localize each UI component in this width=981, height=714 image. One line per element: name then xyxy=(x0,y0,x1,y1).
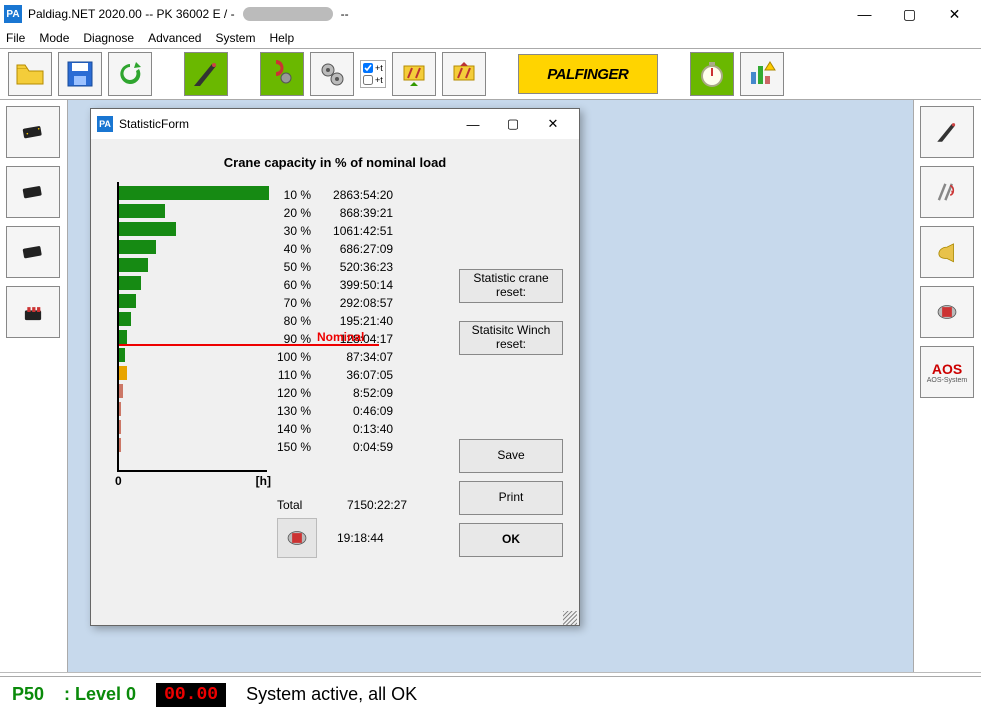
window-title: Paldiag.NET 2020.00 -- PK 36002 E / - xyxy=(28,7,235,21)
client-area: AOSAOS-System PA StatisticForm — ▢ ✕ Cra… xyxy=(0,100,981,672)
hook-linkage-button[interactable] xyxy=(260,52,304,96)
dialog-icon: PA xyxy=(97,116,113,132)
ok-button[interactable]: OK xyxy=(459,523,563,557)
dialog-close-button[interactable]: ✕ xyxy=(533,110,573,138)
status-counter: 00.00 xyxy=(156,683,226,707)
menu-diagnose[interactable]: Diagnose xyxy=(83,31,134,45)
status-msg: System active, all OK xyxy=(246,684,417,705)
dialog-maximize-button[interactable]: ▢ xyxy=(493,110,533,138)
nominal-label: Nominal xyxy=(317,330,364,344)
left-panel xyxy=(0,100,68,672)
bar-140 xyxy=(119,420,121,434)
stat-winch-reset-button[interactable]: Statisitc Winch reset: xyxy=(459,321,563,355)
crane-arm-button-r[interactable] xyxy=(920,106,974,158)
bar-150 xyxy=(119,438,121,452)
axis-origin-label: 0 xyxy=(115,474,122,488)
status-bar: P50 : Level 0 00.00 System active, all O… xyxy=(0,676,981,712)
bar-110 xyxy=(119,366,127,380)
stopwatch-button[interactable] xyxy=(690,52,734,96)
remote-control-button[interactable] xyxy=(6,286,60,338)
menu-mode[interactable]: Mode xyxy=(39,31,69,45)
bar-50 xyxy=(119,258,148,272)
print-button[interactable]: Print xyxy=(459,481,563,515)
dialog-minimize-button[interactable]: — xyxy=(453,110,493,138)
bar-20 xyxy=(119,204,165,218)
refresh-button[interactable] xyxy=(108,52,152,96)
brand-logo: PALFINGER xyxy=(518,54,658,94)
menu-help[interactable]: Help xyxy=(269,31,294,45)
bar-100 xyxy=(119,348,125,362)
diag-panel-2[interactable] xyxy=(6,166,60,218)
checkbox-plus-t-1[interactable]: +t xyxy=(363,63,383,73)
axis-unit-label: [h] xyxy=(256,474,271,488)
status-level: : Level 0 xyxy=(64,684,136,705)
redacted-region xyxy=(243,7,333,21)
bar-130 xyxy=(119,402,121,416)
bar-10 xyxy=(119,186,269,200)
dialog-title: StatisticForm xyxy=(119,117,189,131)
bar-70 xyxy=(119,294,136,308)
chart-title: Crane capacity in % of nominal load xyxy=(101,149,569,182)
save-button-dlg[interactable]: Save xyxy=(459,439,563,473)
window-title-trail: -- xyxy=(341,7,349,21)
horn-button[interactable] xyxy=(920,226,974,278)
bar-80 xyxy=(119,312,131,326)
winch-value: 19:18:44 xyxy=(337,531,384,545)
title-bar: PA Paldiag.NET 2020.00 -- PK 36002 E / -… xyxy=(0,0,981,28)
bar-90 xyxy=(119,330,127,344)
stat-crane-reset-button[interactable]: Statistic crane reset: xyxy=(459,269,563,303)
save-button[interactable] xyxy=(58,52,102,96)
app-icon: PA xyxy=(4,5,22,23)
config-down-button[interactable] xyxy=(392,52,436,96)
aos-button[interactable]: AOSAOS-System xyxy=(920,346,974,398)
menu-system[interactable]: System xyxy=(215,31,255,45)
menu-bar: File Mode Diagnose Advanced System Help xyxy=(0,28,981,48)
diag-panel-1[interactable] xyxy=(6,106,60,158)
bar-60 xyxy=(119,276,141,290)
minimize-button[interactable]: — xyxy=(842,0,887,28)
levers-button[interactable] xyxy=(920,166,974,218)
menu-advanced[interactable]: Advanced xyxy=(148,31,201,45)
crane-arm-button[interactable] xyxy=(184,52,228,96)
bar-40 xyxy=(119,240,156,254)
total-label: Total xyxy=(277,498,325,512)
winch-icon xyxy=(277,518,317,558)
right-panel: AOSAOS-System xyxy=(913,100,981,672)
toolbar: +t +t PALFINGER xyxy=(0,48,981,100)
diag-panel-3[interactable] xyxy=(6,226,60,278)
resize-grip[interactable] xyxy=(563,611,577,625)
status-p: P50 xyxy=(12,684,44,705)
close-button[interactable]: ✕ xyxy=(932,0,977,28)
maximize-button[interactable]: ▢ xyxy=(887,0,932,28)
dialog-title-bar: PA StatisticForm — ▢ ✕ xyxy=(91,109,579,139)
bar-120 xyxy=(119,384,123,398)
winch-button[interactable] xyxy=(920,286,974,338)
open-folder-button[interactable] xyxy=(8,52,52,96)
total-value: 7150:22:27 xyxy=(347,498,407,512)
menu-file[interactable]: File xyxy=(6,31,25,45)
barchart-warn-button[interactable] xyxy=(740,52,784,96)
statistic-dialog: PA StatisticForm — ▢ ✕ Crane capacity in… xyxy=(90,108,580,626)
config-up-button[interactable] xyxy=(442,52,486,96)
time-toggle-group: +t +t xyxy=(360,60,386,88)
checkbox-plus-t-2[interactable]: +t xyxy=(363,75,383,85)
bar-30 xyxy=(119,222,176,236)
gears-button[interactable] xyxy=(310,52,354,96)
